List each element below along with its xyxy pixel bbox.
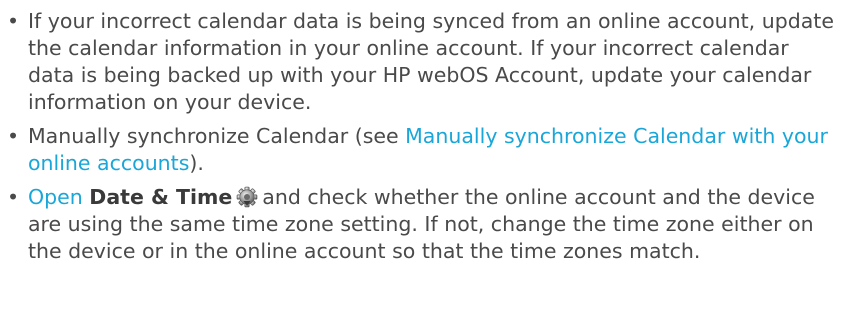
bullet-marker: • xyxy=(7,124,20,148)
open-link[interactable]: Open xyxy=(28,185,83,209)
date-time-gear-icon xyxy=(235,186,259,208)
document-page: • If your incorrect calendar data is bei… xyxy=(0,0,846,333)
item-text-suffix: ). xyxy=(189,151,204,175)
bullet-marker: • xyxy=(7,185,20,209)
list-item: • Manually synchronize Calendar (see Man… xyxy=(7,123,836,177)
list-item: • Open Date & Time and check whether the… xyxy=(7,184,836,265)
bullet-marker: • xyxy=(7,9,20,33)
item-text: If your incorrect calendar data is being… xyxy=(28,9,834,114)
list-item: • If your incorrect calendar data is bei… xyxy=(7,8,836,116)
item-text-prefix: Manually synchronize Calendar (see xyxy=(28,124,406,148)
date-time-app-name: Date & Time xyxy=(89,185,233,209)
bullet-list: • If your incorrect calendar data is bei… xyxy=(7,8,836,265)
